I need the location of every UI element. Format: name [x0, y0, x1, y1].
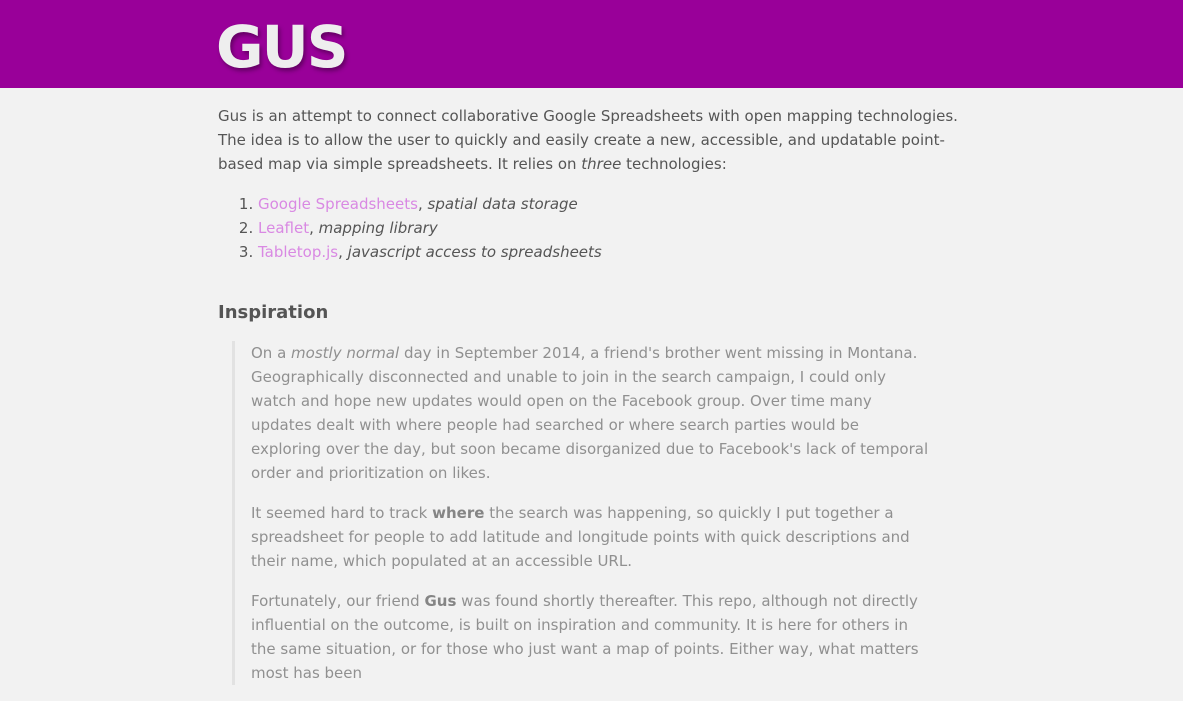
- tech-description: javascript access to spreadsheets: [347, 243, 602, 261]
- quote-paragraph-3: Fortunately, our friend Gus was found sh…: [251, 589, 929, 685]
- site-title: GUS: [216, 13, 348, 81]
- quote-text: On a: [251, 344, 292, 362]
- quote-text: It seemed hard to track: [251, 504, 433, 522]
- tech-description: mapping library: [318, 219, 438, 237]
- site-header: GUS: [0, 0, 1183, 88]
- quote-text: day in September 2014, a friend's brothe…: [251, 344, 929, 482]
- intro-paragraph: Gus is an attempt to connect collaborati…: [218, 104, 963, 176]
- link-google-spreadsheets[interactable]: Google Spreadsheets: [258, 195, 418, 213]
- list-item: Leaflet, mapping library: [258, 216, 968, 240]
- main-content: Gus is an attempt to connect collaborati…: [218, 104, 968, 701]
- link-leaflet[interactable]: Leaflet: [258, 219, 309, 237]
- link-tabletop-js[interactable]: Tabletop.js: [258, 243, 338, 261]
- list-item: Tabletop.js, javascript access to spread…: [258, 240, 968, 264]
- quote-text: Fortunately, our friend: [251, 592, 425, 610]
- intro-text-end: technologies:: [621, 155, 727, 173]
- inspiration-quote: On a mostly normal day in September 2014…: [232, 341, 929, 685]
- quote-strong: where: [432, 504, 485, 522]
- quote-paragraph-1: On a mostly normal day in September 2014…: [251, 341, 929, 485]
- tech-description: spatial data storage: [427, 195, 578, 213]
- inspiration-heading: Inspiration: [218, 302, 329, 323]
- quote-emphasis: mostly normal: [291, 344, 400, 362]
- quote-paragraph-2: It seemed hard to track where the search…: [251, 501, 929, 573]
- quote-strong: Gus: [424, 592, 457, 610]
- list-item: Google Spreadsheets, spatial data storag…: [258, 192, 968, 216]
- technology-list: Google Spreadsheets, spatial data storag…: [218, 192, 968, 264]
- intro-emphasis: three: [581, 155, 622, 173]
